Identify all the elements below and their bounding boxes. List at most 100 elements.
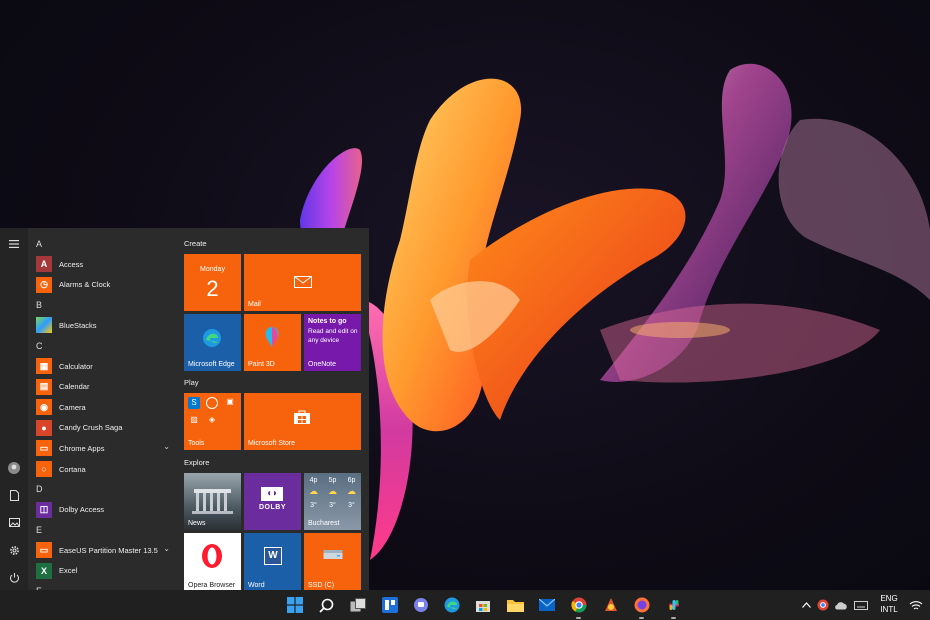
tile-weather[interactable]: 4p 5p 6p ☁ ☁ ☁ 3° 3° 3° Bucharest: [304, 473, 361, 530]
widgets-icon[interactable]: [381, 596, 399, 614]
chevron-up-icon[interactable]: [800, 596, 812, 614]
calendar-icon: ▤: [36, 378, 52, 395]
tile-microsoft-edge[interactable]: Microsoft Edge: [184, 314, 241, 371]
opera-icon: [202, 544, 222, 568]
paint-3d-icon: [265, 327, 279, 347]
tile-label: Bucharest: [308, 520, 340, 527]
tile-calendar[interactable]: Monday 2: [184, 254, 241, 311]
app-bluestacks[interactable]: BlueStacks: [28, 315, 174, 336]
input-language-bottom[interactable]: INTL: [875, 605, 903, 615]
app-alarms-clock[interactable]: ◷ Alarms & Clock: [28, 275, 174, 296]
tile-opera-browser[interactable]: Opera Browser: [184, 533, 241, 592]
calendar-date: 2: [206, 276, 219, 301]
start-left-rail: [0, 228, 28, 592]
candy-crush-icon: ●: [36, 419, 52, 436]
app-calculator[interactable]: ▦ Calculator: [28, 356, 174, 377]
photos-icon: ▨: [190, 415, 198, 424]
chrome-icon[interactable]: [570, 596, 588, 614]
app-excel[interactable]: X Excel: [28, 561, 174, 582]
letter-header-b[interactable]: B: [28, 295, 174, 315]
tile-word[interactable]: W Word: [244, 533, 301, 592]
partly-cloudy-icon: ☁: [328, 486, 337, 496]
onenote-title: Notes to go: [308, 318, 347, 325]
tile-paint-3d[interactable]: Paint 3D: [244, 314, 301, 371]
letter-header-d[interactable]: D: [28, 479, 174, 499]
word-icon: W: [264, 547, 282, 565]
input-language-top[interactable]: ENG: [875, 594, 903, 604]
weather-hour: 4p: [309, 477, 318, 484]
tile-tools-folder[interactable]: S ▣ ▨ ◈ Tools: [184, 393, 241, 450]
letter-header-a[interactable]: A: [28, 234, 174, 254]
teams-chat-icon[interactable]: [412, 596, 430, 614]
task-view-icon[interactable]: [349, 596, 367, 614]
partly-cloudy-icon: ☁: [309, 486, 318, 496]
file-explorer-icon[interactable]: [506, 596, 524, 614]
app-label: Alarms & Clock: [59, 280, 111, 290]
slack-icon[interactable]: [665, 596, 683, 614]
app-camera[interactable]: ◉ Camera: [28, 397, 174, 418]
chrome-tray-icon[interactable]: [816, 596, 830, 614]
wifi-icon[interactable]: [908, 596, 924, 614]
app-label: Candy Crush Saga: [59, 423, 123, 433]
tile-news[interactable]: News: [184, 473, 241, 530]
dolby-double-d-icon: ◖◗: [261, 487, 283, 501]
group-label-play: Play: [184, 378, 199, 387]
weather-hour: 6p: [347, 477, 356, 484]
app-dolby-access[interactable]: ◫ Dolby Access: [28, 499, 174, 520]
app-label: Calendar: [59, 382, 90, 392]
access-icon: A: [36, 256, 52, 273]
search-icon[interactable]: [317, 596, 335, 614]
firefox-icon[interactable]: [633, 596, 651, 614]
app-access[interactable]: A Access: [28, 254, 174, 275]
tile-label: Microsoft Store: [248, 440, 296, 447]
app-label: Cortana: [59, 464, 86, 474]
keyboard-icon[interactable]: [853, 596, 869, 614]
app-easeus-folder[interactable]: ▭ EaseUS Partition Master 13.5 ⌄: [28, 540, 174, 561]
taskbar: ENG INTL: [0, 590, 930, 620]
tile-onenote[interactable]: Notes to go Read and edit on any device …: [304, 314, 361, 371]
pictures-icon[interactable]: [4, 512, 24, 532]
tile-ssd-drive[interactable]: SSD (C): [304, 533, 361, 592]
calculator-icon: ▦: [36, 358, 52, 375]
app-chrome-apps-folder[interactable]: ▭ Chrome Apps ⌄: [28, 438, 174, 459]
tile-label: SSD (C): [308, 582, 335, 589]
tile-label: News: [188, 520, 206, 527]
app-label: Excel: [59, 566, 78, 576]
tile-label: Opera Browser: [188, 582, 236, 589]
bluestacks-icon: [36, 317, 52, 334]
clapper-icon: ▣: [226, 397, 234, 406]
user-avatar-icon[interactable]: [4, 458, 24, 478]
edge-browser-icon[interactable]: [443, 596, 461, 614]
mail-app-icon[interactable]: [538, 596, 556, 614]
cloud-icon[interactable]: [833, 596, 849, 614]
weather-temp: 3°: [329, 502, 336, 509]
letter-header-c[interactable]: C: [28, 336, 174, 356]
news-building-image: [192, 489, 233, 514]
settings-gear-icon[interactable]: [4, 540, 24, 560]
app-candy-crush[interactable]: ● Candy Crush Saga: [28, 418, 174, 439]
partly-cloudy-icon: ☁: [347, 486, 356, 496]
letter-header-e[interactable]: E: [28, 520, 174, 540]
tile-mail[interactable]: Mail: [244, 254, 361, 311]
power-icon[interactable]: [4, 567, 24, 587]
app-cortana[interactable]: ○ Cortana: [28, 459, 174, 480]
tile-label: Mail: [248, 301, 261, 308]
microsoft-store-icon[interactable]: [474, 596, 492, 614]
hamburger-menu-icon[interactable]: [4, 234, 24, 254]
start-menu: A A Access ◷ Alarms & Clock B BlueStacks…: [0, 228, 369, 592]
tile-microsoft-store[interactable]: Microsoft Store: [244, 393, 361, 450]
store-bag-icon: [294, 410, 310, 424]
windows-start-icon[interactable]: [286, 596, 304, 614]
app-label: EaseUS Partition Master 13.5: [59, 545, 158, 555]
app-calendar[interactable]: ▤ Calendar: [28, 376, 174, 397]
maps-icon: ◈: [208, 415, 216, 424]
weather-icons: ☁ ☁ ☁: [304, 486, 361, 497]
app-label: BlueStacks: [59, 320, 97, 330]
app-label: Chrome Apps: [59, 443, 105, 453]
tile-dolby[interactable]: ◖◗ DOLBY: [244, 473, 301, 530]
game-app-icon[interactable]: [602, 596, 620, 614]
documents-icon[interactable]: [4, 485, 24, 505]
weather-temp: 3°: [348, 502, 355, 509]
calendar-day: Monday: [200, 266, 225, 273]
group-label-create: Create: [184, 239, 207, 248]
